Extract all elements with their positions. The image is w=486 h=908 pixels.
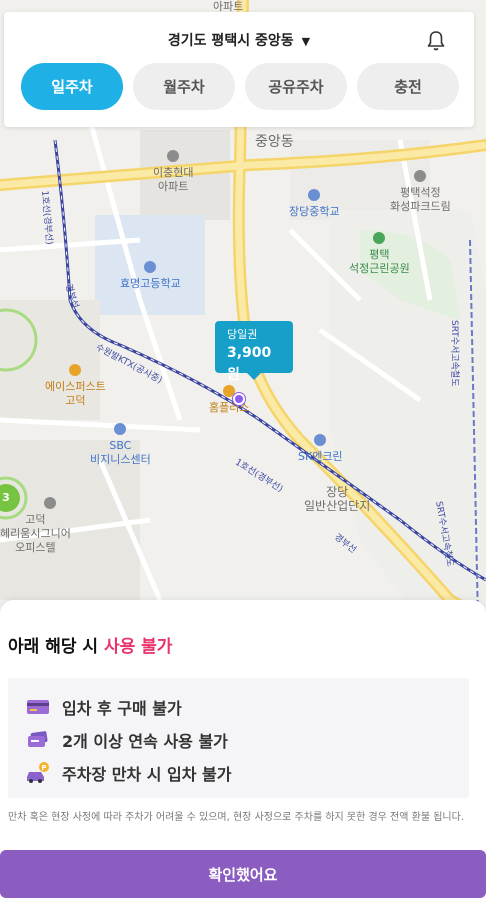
poi-label: 장당중학교 [289, 205, 340, 218]
parking-price-tag[interactable]: 당일권 3,900원 [215, 321, 293, 383]
rule-text: 주차장 만차 시 입차 불가 [62, 764, 232, 784]
poi-park[interactable]: 평택 석정근린공원 [349, 232, 410, 276]
building-icon [167, 150, 180, 162]
poi-industrial-complex[interactable]: 장당 일반산업단지 [304, 485, 370, 513]
building-icon [114, 423, 127, 435]
title-accent: 사용 불가 [103, 637, 173, 657]
poi-label: SK엔크린 [298, 450, 343, 463]
area-label: 중앙동 [255, 134, 294, 150]
rail-label: SRT수서고속철도 [449, 320, 459, 387]
rule-text: 2개 이상 연속 사용 불가 [62, 731, 228, 751]
poi-hyomyeong-school[interactable]: 효명고등학교 [120, 261, 181, 291]
building-icon [44, 497, 57, 509]
poi-sbc[interactable]: SBC 비지니스센터 [90, 423, 151, 467]
poi-label: SBC 비지니스센터 [90, 439, 151, 466]
location-text: 경기도 평택시 중앙동 [167, 33, 294, 49]
parking-location-pin[interactable] [233, 393, 245, 405]
poi-jangdang-school[interactable]: 장당중학교 [289, 189, 340, 219]
poi-godeok-officetel[interactable]: 고덕 헤리움시그니어 오피스텔 [0, 497, 71, 555]
cluster-badge[interactable]: 3 [0, 491, 12, 504]
filter-header: 경기도 평택시 중앙동 ▼ 일주차 월주차 공유주차 충전 [4, 12, 474, 127]
poi-aces-first[interactable]: 에이스퍼스트 고덕 [45, 364, 106, 408]
gas-station-icon [314, 434, 327, 446]
poi-label: 이충현대 아파트 [153, 166, 194, 193]
poi-label: 평택 석정근린공원 [349, 248, 410, 275]
parking-type-tabs: 일주차 월주차 공유주차 충전 [21, 63, 459, 110]
tab-monthly[interactable]: 월주차 [133, 63, 235, 110]
rule-item: P 주차장 만차 시 입차 불가 [26, 756, 451, 789]
poi-apartment[interactable]: 이충현대 아파트 [153, 150, 193, 194]
rule-item: 입차 후 구매 불가 [26, 690, 451, 723]
confirm-button[interactable]: 확인했어요 [0, 850, 486, 898]
car-parking-icon: P [26, 761, 50, 783]
poi-label: 장당 일반산업단지 [304, 485, 371, 513]
tickets-icon [26, 730, 50, 750]
sheet-title: 아래 해당 시 사용 불가 [8, 632, 172, 657]
school-icon [144, 261, 157, 273]
restriction-sheet: 아래 해당 시 사용 불가 입차 후 구매 불가 2개 이상 연속 사용 불가 … [0, 600, 486, 908]
poi-park-dream-apt[interactable]: 평택석정 화성파크드림 [390, 170, 451, 214]
bell-icon[interactable] [426, 30, 446, 52]
rules-list: 입차 후 구매 불가 2개 이상 연속 사용 불가 P 주차장 만차 시 입차 … [8, 678, 469, 798]
rule-item: 2개 이상 연속 사용 불가 [26, 723, 451, 756]
cluster-count: 3 [2, 491, 10, 504]
poi-sk-enclean[interactable]: SK엔크린 [298, 434, 343, 464]
ticket-price: 3,900원 [227, 345, 272, 383]
building-icon [69, 364, 82, 376]
location-selector[interactable]: 경기도 평택시 중앙동 ▼ [4, 30, 474, 50]
ticket-type: 당일권 [227, 328, 258, 341]
card-icon [26, 697, 50, 717]
building-icon [414, 170, 427, 182]
school-icon [308, 189, 321, 201]
park-icon [373, 232, 386, 244]
svg-text:P: P [41, 764, 46, 772]
tab-charging[interactable]: 충전 [357, 63, 459, 110]
tab-shared[interactable]: 공유주차 [245, 63, 347, 110]
tab-daily[interactable]: 일주차 [21, 63, 123, 110]
title-prefix: 아래 해당 시 [8, 637, 104, 657]
refund-note: 만차 혹은 현장 사정에 따라 주차가 어려울 수 있으며, 현장 사정으로 주… [8, 812, 464, 823]
poi-label: 효명고등학교 [120, 277, 181, 290]
poi-label: 평택석정 화성파크드림 [390, 186, 451, 213]
poi-label: 고덕 헤리움시그니어 오피스텔 [0, 513, 71, 554]
rule-text: 입차 후 구매 불가 [62, 698, 182, 718]
poi-label: 에이스퍼스트 고덕 [45, 380, 106, 407]
caret-down-icon: ▼ [301, 35, 311, 48]
